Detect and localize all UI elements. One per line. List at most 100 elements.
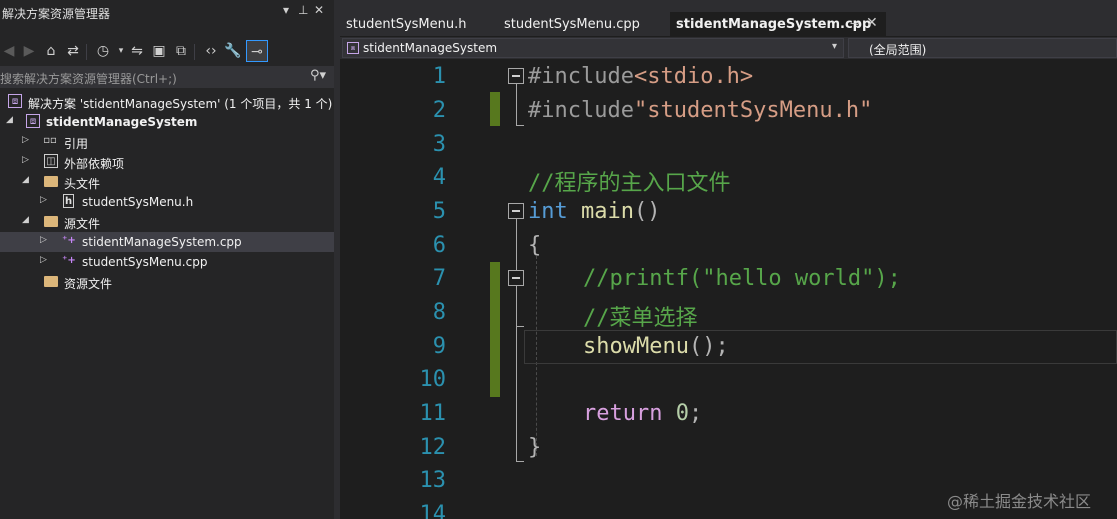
explorer-title-bar: 解决方案资源管理器 ▾ ⊥ ✕ <box>0 0 334 24</box>
code-line-1[interactable]: #include<stdio.h> <box>528 64 753 89</box>
preprocessor-directive: #include <box>528 64 634 89</box>
pin-icon[interactable]: ⊥ <box>298 3 308 17</box>
chevron-down-icon[interactable]: ▾ <box>832 41 837 52</box>
tree-item-header-files[interactable]: ◢ 头文件 <box>0 172 334 192</box>
tab-label: stidentManageSystem.cpp <box>676 17 872 32</box>
outline-line <box>516 461 524 462</box>
tree-item-label: studentSysMenu.h <box>82 195 194 209</box>
code-area[interactable]: 1 2 3 4 5 6 7 8 9 10 11 12 13 14 #includ… <box>340 60 1117 519</box>
tree-item-label: 资源文件 <box>64 277 113 291</box>
scope-combo[interactable]: (全局范围) <box>848 38 1117 58</box>
number-literal: 0 <box>675 401 689 426</box>
outline-line <box>516 326 524 327</box>
show-all-files-icon[interactable]: ⧉ <box>172 40 190 62</box>
code-line-2[interactable]: #include"studentSysMenu.h" <box>528 98 872 123</box>
function-name: main <box>567 199 634 224</box>
code-line-8[interactable]: //菜单选择 <box>583 300 698 332</box>
tab-menu-h[interactable]: studentSysMenu.h <box>340 12 490 36</box>
code-line-12[interactable]: } <box>528 435 541 460</box>
tab-label: studentSysMenu.cpp <box>504 17 640 32</box>
line-number: 13 <box>419 468 447 493</box>
close-icon[interactable]: ✕ <box>866 15 878 31</box>
expanded-arrow-icon[interactable]: ◢ <box>22 215 29 225</box>
project-combo-value: stidentManageSystem <box>363 41 498 55</box>
sync-icon[interactable]: ⇋ <box>128 40 146 62</box>
include-path: <stdio.h> <box>633 64 754 89</box>
folder-icon <box>44 176 58 187</box>
line-number: 11 <box>419 401 447 426</box>
project-icon: ⧈ <box>26 114 40 128</box>
back-icon[interactable]: ◀ <box>0 40 18 62</box>
tree-solution[interactable]: ⧈ 解决方案 'stidentManageSystem' (1 个项目，共 1 … <box>0 92 334 112</box>
tab-strip: studentSysMenu.h studentSysMenu.cpp stid… <box>340 0 1117 36</box>
tree-item-menu-cpp[interactable]: ▷ ⁺+ studentSysMenu.cpp <box>0 252 334 272</box>
folder-icon <box>44 276 58 287</box>
code-line-6[interactable]: { <box>528 233 541 258</box>
preview-selected-icon[interactable]: ⊸ <box>246 40 268 62</box>
cpp-file-icon: ⁺+ <box>62 255 76 266</box>
code-line-7[interactable]: //printf("hello world"); <box>583 266 901 291</box>
tree-item-menu-h[interactable]: ▷ h studentSysMenu.h <box>0 192 334 212</box>
collapsed-arrow-icon[interactable]: ▷ <box>22 155 29 165</box>
collapsed-arrow-icon[interactable]: ▷ <box>40 255 47 265</box>
line-number: 7 <box>432 266 446 291</box>
tree-item-label: stidentManageSystem.cpp <box>82 235 242 249</box>
search-icon[interactable]: ⚲▾ <box>310 68 326 83</box>
explorer-toolbar: ◀ ▶ ⌂ ⇄ ◷ ▾ ⇋ ▣ ⧉ ‹› 🔧 ⊸ <box>0 40 334 64</box>
tree-item-references[interactable]: ▷ ▫▫ 引用 <box>0 132 334 152</box>
dependencies-icon: ◫ <box>44 154 58 168</box>
references-icon: ▫▫ <box>43 135 57 146</box>
line-number: 1 <box>432 64 446 89</box>
view-code-icon[interactable]: ‹› <box>202 40 220 62</box>
line-number: 6 <box>432 233 446 258</box>
navigation-bar: ⧈ stidentManageSystem ▾ (全局范围) <box>340 37 1117 59</box>
collapsed-arrow-icon[interactable]: ▷ <box>40 195 47 205</box>
explorer-search[interactable]: 搜索解决方案资源管理器(Ctrl+;) ⚲▾ <box>0 66 334 88</box>
change-indicator <box>490 92 500 126</box>
line-number: 9 <box>432 334 446 359</box>
scope-combo-value: (全局范围) <box>869 43 927 57</box>
tree-item-main-cpp[interactable]: ▷ ⁺+ stidentManageSystem.cpp <box>0 232 334 252</box>
forward-icon[interactable]: ▶ <box>20 40 38 62</box>
tree-project[interactable]: ◢ ⧈ stidentManageSystem <box>0 112 334 132</box>
collapsed-arrow-icon[interactable]: ▷ <box>22 135 29 145</box>
function-call: showMenu <box>583 334 689 359</box>
close-icon[interactable]: ✕ <box>314 3 324 17</box>
code-line-4[interactable]: //程序的主入口文件 <box>528 165 731 197</box>
tree-item-external-deps[interactable]: ▷ ◫ 外部依赖项 <box>0 152 334 172</box>
code-line-5[interactable]: int main() <box>528 199 660 224</box>
search-input[interactable]: 搜索解决方案资源管理器(Ctrl+;) <box>0 70 177 87</box>
project-combo[interactable]: ⧈ stidentManageSystem ▾ <box>342 38 844 58</box>
dropdown-icon[interactable]: ▾ <box>283 3 289 17</box>
switch-views-icon[interactable]: ⇄ <box>64 40 82 62</box>
collapse-icon[interactable] <box>508 270 524 286</box>
pending-changes-filter-icon[interactable]: ◷ <box>94 40 112 62</box>
tab-main-cpp[interactable]: stidentManageSystem.cpp ⊸ ✕ <box>670 12 886 36</box>
tree-item-resource-files[interactable]: 资源文件 <box>0 272 334 292</box>
tab-menu-cpp[interactable]: studentSysMenu.cpp <box>498 12 658 36</box>
outline-line <box>516 125 524 126</box>
collapse-icon[interactable] <box>508 203 524 219</box>
code-line-9[interactable]: showMenu(); <box>583 334 729 359</box>
code-line-11[interactable]: return 0; <box>583 401 702 426</box>
header-file-icon: h <box>63 194 74 208</box>
home-icon[interactable]: ⌂ <box>42 40 60 62</box>
pin-icon[interactable]: ⊸ <box>850 17 859 30</box>
expanded-arrow-icon[interactable]: ◢ <box>6 115 13 125</box>
solution-label: 解决方案 'stidentManageSystem' (1 个项目，共 1 个) <box>28 97 333 111</box>
properties-icon[interactable]: 🔧 <box>224 40 242 62</box>
tree-item-label: 引用 <box>64 137 89 151</box>
collapse-all-icon[interactable]: ▣ <box>150 40 168 62</box>
include-path: "studentSysMenu.h" <box>633 98 873 123</box>
collapse-icon[interactable] <box>508 68 524 84</box>
line-number: 2 <box>432 98 446 123</box>
collapsed-arrow-icon[interactable]: ▷ <box>40 235 47 245</box>
keyword: return <box>583 401 663 426</box>
line-number: 12 <box>419 435 447 460</box>
tree-item-source-files[interactable]: ◢ 源文件 <box>0 212 334 232</box>
solution-explorer: 解决方案资源管理器 ▾ ⊥ ✕ ◀ ▶ ⌂ ⇄ ◷ ▾ ⇋ ▣ ⧉ ‹› 🔧 ⊸… <box>0 0 334 519</box>
solution-icon: ⧈ <box>8 94 22 108</box>
punctuation: ; <box>688 401 703 426</box>
project-icon: ⧈ <box>347 42 359 54</box>
expanded-arrow-icon[interactable]: ◢ <box>22 175 29 185</box>
